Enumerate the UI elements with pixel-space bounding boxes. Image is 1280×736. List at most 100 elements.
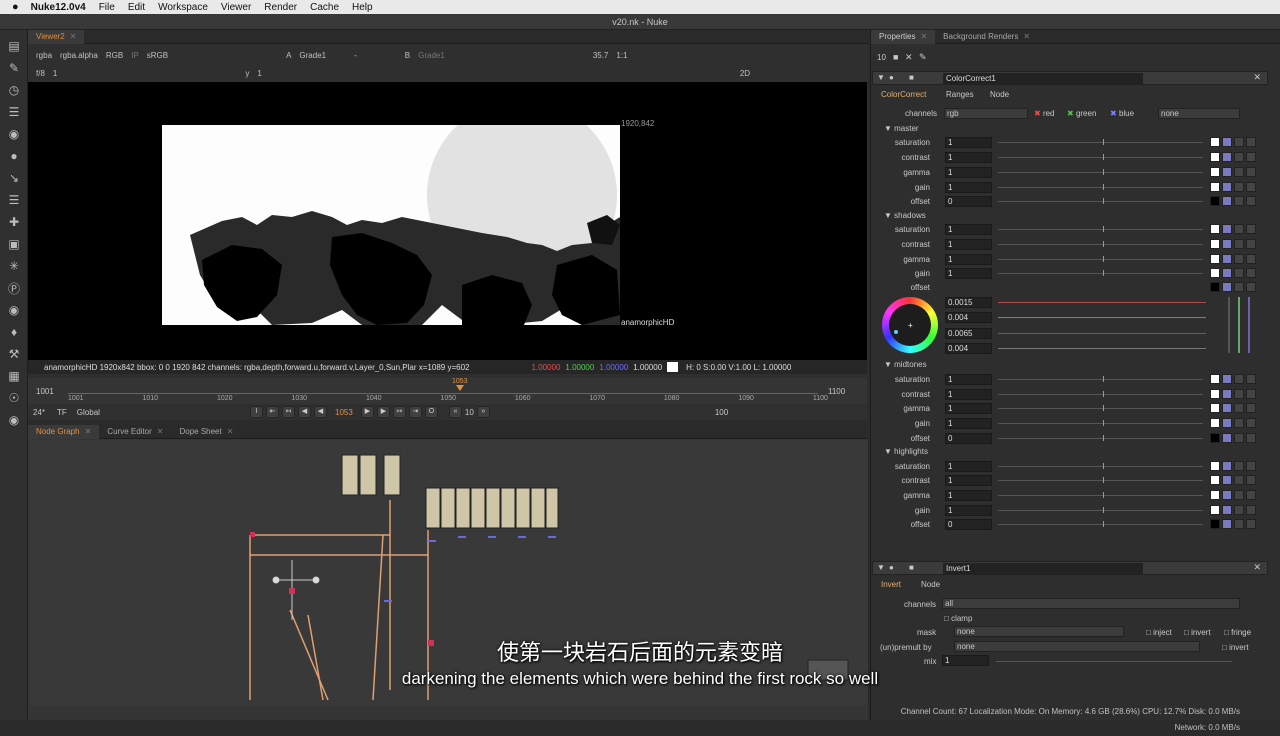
merge-icon[interactable]: ☰ (6, 192, 22, 208)
knob-field[interactable]: 1 (945, 254, 992, 265)
keyer-icon[interactable]: ↘ (6, 170, 22, 186)
knob-field[interactable]: 1 (945, 167, 992, 178)
green-checkbox[interactable]: ✖ green (1067, 109, 1096, 118)
blue-checkbox[interactable]: ✖ blue (1110, 109, 1134, 118)
knob-buttons[interactable] (1210, 268, 1258, 278)
knob-buttons[interactable] (1210, 282, 1258, 292)
menu-workspace[interactable]: Workspace (158, 2, 208, 13)
knob-field[interactable]: 0 (945, 433, 992, 444)
increment-field[interactable]: 10 (465, 408, 474, 417)
midtones-section[interactable]: ▼ midtones (884, 360, 927, 369)
collapse-icon[interactable]: ▼ (877, 563, 885, 572)
offset-a-slider[interactable] (998, 348, 1206, 349)
fps-select[interactable]: 24* (33, 408, 45, 417)
menu-viewer[interactable]: Viewer (221, 2, 251, 13)
apple-icon[interactable]: ● (12, 1, 19, 13)
knob-slider[interactable] (998, 154, 1203, 160)
knob-slider[interactable] (998, 521, 1203, 527)
extra-channel-select[interactable]: none (1158, 108, 1240, 119)
offset-g-slider[interactable] (998, 317, 1206, 318)
pencil-icon[interactable]: ✎ (919, 52, 927, 63)
fstop-field[interactable]: f/8 (36, 69, 45, 78)
knob-buttons[interactable] (1210, 461, 1258, 471)
zoom-field[interactable]: 35.7 (593, 51, 609, 60)
invert-mask-checkbox[interactable]: □ invert (1184, 628, 1211, 637)
timeline-ruler[interactable] (68, 384, 818, 394)
filter-icon[interactable]: ● (6, 148, 22, 164)
app-menu[interactable]: Nuke12.0v4 (31, 2, 86, 13)
close-icon[interactable]: ✕ (1023, 32, 1030, 41)
gain-field[interactable]: 1 (53, 69, 57, 78)
close-icon[interactable]: ✕ (70, 32, 77, 41)
close-icon[interactable]: ✕ (85, 427, 92, 436)
tab-viewer2[interactable]: Viewer2 ✕ (28, 29, 85, 44)
clamp-checkbox[interactable]: □ clamp (944, 614, 972, 623)
tab-background-renders[interactable]: Background Renders ✕ (935, 30, 1038, 44)
tf-select[interactable]: TF (57, 408, 67, 417)
node-color-icon[interactable]: ■ (909, 73, 914, 82)
knob-buttons[interactable] (1210, 475, 1258, 485)
close-icon[interactable]: ✕ (1253, 562, 1261, 573)
knob-slider[interactable] (998, 477, 1203, 483)
menu-help[interactable]: Help (352, 2, 373, 13)
knob-slider[interactable] (998, 256, 1203, 262)
menu-cache[interactable]: Cache (310, 2, 339, 13)
close-icon[interactable]: ✕ (920, 32, 927, 41)
in-point-button[interactable]: I (249, 406, 263, 418)
play-button[interactable]: ▶ (360, 406, 374, 418)
knob-field[interactable]: 1 (945, 268, 992, 279)
knob-field[interactable]: 1 (945, 505, 992, 516)
knob-slider[interactable] (998, 405, 1203, 411)
playhead-marker[interactable] (456, 385, 464, 391)
knob-buttons[interactable] (1210, 389, 1258, 399)
clear-panels-icon[interactable]: ✕ (905, 52, 913, 63)
knob-field[interactable]: 1 (945, 239, 992, 250)
max-panels-field[interactable]: 10 (877, 53, 886, 62)
knob-buttons[interactable] (1210, 239, 1258, 249)
view-node-icon[interactable]: ● (889, 563, 894, 572)
knob-buttons[interactable] (1210, 254, 1258, 264)
knob-slider[interactable] (998, 184, 1203, 190)
offset-a-field[interactable]: 0.004 (945, 343, 992, 354)
knob-slider[interactable] (998, 169, 1203, 175)
layer-select[interactable]: rgba (36, 51, 52, 60)
shadows-section[interactable]: ▼ shadows (884, 211, 926, 220)
views-icon[interactable]: ◉ (6, 302, 22, 318)
input-b-select[interactable]: Grade1 (418, 51, 445, 60)
draw-icon[interactable]: ✎ (6, 60, 22, 76)
knob-slider[interactable] (998, 139, 1203, 145)
out-point-button[interactable]: O (424, 406, 438, 418)
lut-select[interactable]: sRGB (147, 51, 168, 60)
knob-slider[interactable] (998, 198, 1203, 204)
tab-node[interactable]: Node (990, 90, 1009, 99)
view-mode-select[interactable]: 2D (740, 69, 750, 78)
tab-ranges[interactable]: Ranges (946, 90, 974, 99)
knob-buttons[interactable] (1210, 418, 1258, 428)
knob-field[interactable]: 1 (945, 403, 992, 414)
close-icon[interactable]: ✕ (1253, 72, 1261, 83)
channels-select[interactable]: rgb (944, 108, 1028, 119)
prev-keyframe-button[interactable]: ↤ (281, 406, 295, 418)
skip-back-button[interactable]: « (448, 406, 462, 418)
tab-invert[interactable]: Invert (881, 580, 901, 589)
skip-forward-button[interactable]: » (476, 406, 490, 418)
offset-r-field[interactable]: 0.0015 (945, 297, 992, 308)
gamma-field[interactable]: 1 (257, 69, 261, 78)
knob-slider[interactable] (998, 420, 1203, 426)
knob-buttons[interactable] (1210, 182, 1258, 192)
offset-b-slider[interactable] (998, 333, 1206, 334)
color-wheel[interactable]: + (882, 297, 938, 353)
knob-field[interactable]: 1 (945, 490, 992, 501)
knob-field[interactable]: 1 (945, 374, 992, 385)
wheel-handle[interactable] (894, 330, 898, 334)
input-a-select[interactable]: Grade1 (299, 51, 326, 60)
display-mode-select[interactable]: RGB (106, 51, 123, 60)
fringe-checkbox[interactable]: □ fringe (1224, 628, 1251, 637)
timeline[interactable]: 1001 1100 1001 1010 1020 1030 1040 1050 … (28, 378, 867, 406)
tab-node-graph[interactable]: Node Graph ✕ (28, 424, 100, 439)
menu-render[interactable]: Render (264, 2, 297, 13)
timeline-start[interactable]: 1001 (36, 387, 54, 396)
node-name-field[interactable]: Invert1 (943, 563, 1143, 574)
tab-node[interactable]: Node (921, 580, 940, 589)
knob-field[interactable]: 0 (945, 519, 992, 530)
